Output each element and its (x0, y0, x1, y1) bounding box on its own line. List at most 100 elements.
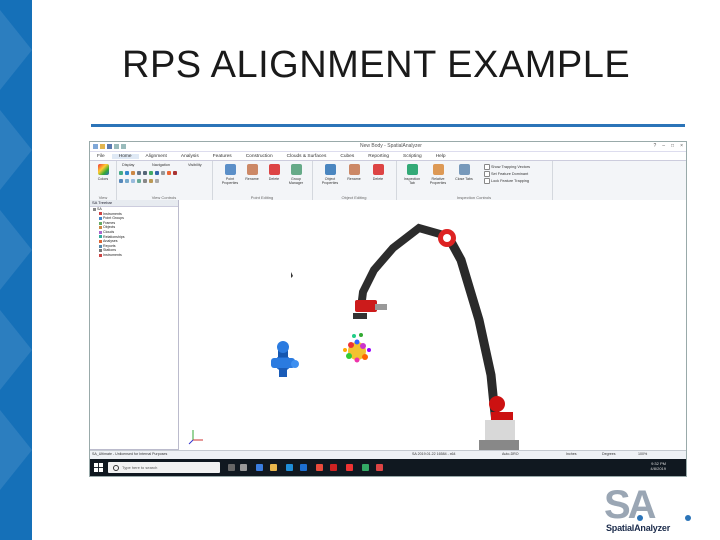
ribbon: Colors View Display Navigation Visibilit… (90, 161, 686, 202)
frame-icon (99, 221, 102, 225)
open-folder-icon[interactable] (100, 144, 105, 149)
app-icon[interactable] (330, 464, 337, 471)
colors-button[interactable]: Colors (93, 164, 113, 181)
task-view-icon[interactable] (240, 464, 247, 471)
station-icon (99, 249, 102, 253)
relative-properties-button[interactable]: Relative Properties (428, 164, 448, 185)
close-tabs-button[interactable]: Close Tabs (454, 164, 474, 181)
view-top-icon[interactable] (161, 171, 165, 175)
microphone-icon[interactable] (228, 464, 235, 471)
front-icon[interactable] (131, 179, 135, 183)
mail-icon[interactable] (300, 464, 307, 471)
clock-date: 4/8/2019 (650, 466, 666, 471)
relationship-icon (99, 235, 102, 239)
iso-icon[interactable] (125, 179, 129, 183)
object-icon (99, 226, 102, 230)
menu-cubes[interactable]: Cubes (333, 154, 361, 159)
menu-clouds-surfaces[interactable]: Clouds & Surfaces (280, 154, 334, 159)
title-underline (91, 124, 685, 127)
wire-icon[interactable] (131, 171, 135, 175)
hide-icon[interactable] (173, 171, 177, 175)
measuring-arm (353, 223, 519, 452)
group-manager-button[interactable]: Group Manager (286, 164, 306, 185)
bottom-icon[interactable] (149, 179, 153, 183)
window-controls: ? – □ × (653, 143, 683, 149)
ribbon-group-view: Colors View (90, 161, 117, 201)
menu-alignment[interactable]: Alignment (139, 154, 174, 159)
save-icon[interactable] (107, 144, 112, 149)
instrument-icon (99, 253, 102, 257)
show-icon[interactable] (167, 171, 171, 175)
minimize-icon[interactable]: – (662, 143, 665, 149)
menu-help[interactable]: Help (429, 154, 453, 159)
valve-part (271, 341, 299, 377)
windows-taskbar: Type here to search 9:32 PM 4/8/2019 (90, 459, 686, 476)
status-units[interactable]: Inches (566, 452, 577, 456)
file-explorer-icon[interactable] (270, 464, 277, 471)
menu-bar: File Home Alignment Analysis Features Co… (90, 152, 686, 161)
close-icon[interactable]: × (680, 143, 683, 149)
object-delete-button[interactable]: Delete (368, 164, 388, 181)
cube-view-icon[interactable] (119, 179, 123, 183)
excel-icon[interactable] (362, 464, 369, 471)
show-trapping-vectors-check[interactable]: Show Trapping Vectors (484, 164, 530, 170)
undo-icon[interactable] (114, 144, 119, 149)
chrome-icon[interactable] (316, 464, 323, 471)
side-icon[interactable] (137, 179, 141, 183)
status-mode[interactable]: Auto-DRO (502, 452, 519, 456)
object-properties-button[interactable]: Object Properties (320, 164, 340, 185)
render-icon[interactable] (119, 171, 123, 175)
edge-icon[interactable] (256, 464, 263, 471)
zoom-icon[interactable] (143, 171, 147, 175)
status-angle-units[interactable]: Degrees (602, 452, 616, 456)
point-rename-button[interactable]: Rename (242, 164, 262, 181)
graphics-viewport[interactable] (179, 200, 686, 452)
grid-icon[interactable] (155, 179, 159, 183)
inspection-tab-button[interactable]: Inspection Tab (402, 164, 422, 185)
rotate-icon[interactable] (149, 171, 153, 175)
group-manager-icon (290, 164, 302, 175)
taskbar-clock[interactable]: 9:32 PM 4/8/2019 (650, 461, 666, 471)
relative-properties-icon (432, 164, 444, 175)
treebar-header: SA Treebar (90, 200, 178, 207)
menu-home[interactable]: Home (111, 153, 139, 159)
adobe-icon[interactable] (376, 464, 383, 471)
rename-icon (246, 164, 258, 175)
fit-icon[interactable] (155, 171, 159, 175)
slide-title: RPS ALIGNMENT EXAMPLE (122, 44, 631, 86)
visibility-section: Visibility (188, 163, 202, 167)
lock-feature-trapping-check[interactable]: Lock Feature Trapping (484, 178, 529, 184)
point-properties-button[interactable]: Point Properties (220, 164, 240, 185)
scene-graphic (188, 223, 519, 452)
inspection-tab-icon (406, 164, 418, 175)
menu-file[interactable]: File (90, 154, 112, 159)
windows-start-icon[interactable] (94, 463, 103, 472)
search-icon (113, 465, 119, 471)
pan-icon[interactable] (137, 171, 141, 175)
display-tools (119, 171, 177, 175)
maximize-icon[interactable]: □ (671, 143, 674, 149)
new-file-icon[interactable] (93, 144, 98, 149)
checkbox-icon (484, 178, 490, 184)
menu-construction[interactable]: Construction (239, 154, 280, 159)
tree-item-instruments-2[interactable]: Instruments (90, 253, 178, 258)
help-icon[interactable]: ? (653, 143, 656, 149)
spatialanalyzer-taskbar-icon[interactable] (346, 464, 353, 471)
store-icon[interactable] (286, 464, 293, 471)
window-titlebar: New Body - SpatialAnalyzer ? – □ × (90, 142, 686, 152)
redo-icon[interactable] (121, 144, 126, 149)
back-icon[interactable] (143, 179, 147, 183)
logo-letters: SA (604, 484, 656, 524)
slide-side-band (0, 0, 32, 540)
status-zoom: 100% (638, 452, 648, 456)
colors-icon (97, 164, 109, 175)
menu-analysis[interactable]: Analysis (174, 154, 206, 159)
shade-icon[interactable] (125, 171, 129, 175)
menu-scripting[interactable]: Scripting (396, 154, 429, 159)
point-delete-button[interactable]: Delete (264, 164, 284, 181)
menu-reporting[interactable]: Reporting (361, 154, 396, 159)
set-feature-dominant-check[interactable]: Set Feature Dominant (484, 171, 528, 177)
taskbar-search-input[interactable]: Type here to search (108, 462, 220, 473)
object-rename-button[interactable]: Rename (344, 164, 364, 181)
menu-features[interactable]: Features (206, 154, 239, 159)
